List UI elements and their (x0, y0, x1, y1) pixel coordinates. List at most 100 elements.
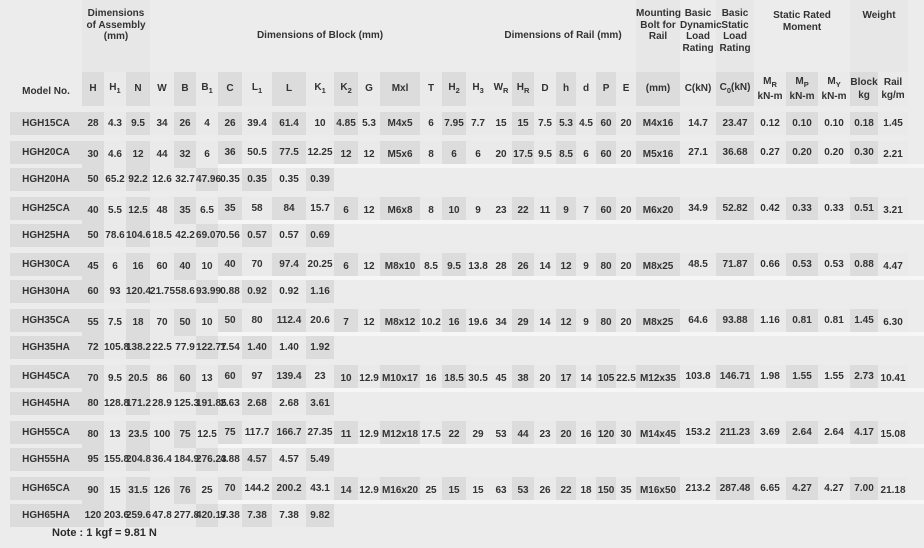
model-no-cell: HGH55HA (10, 448, 82, 471)
header-col-B1: B1 (196, 72, 219, 106)
cell-block-L: 171.2 (126, 392, 151, 415)
cell-rail-P: 60 (596, 112, 617, 135)
cell-block-B: 50 (174, 309, 197, 336)
cell-block-K1: 23 (306, 365, 335, 388)
cell-rating-MP: 0.10 (786, 112, 819, 135)
cell-block-L1: 50.5 (242, 141, 273, 164)
cell-block-K1: 18.5 (150, 224, 175, 247)
table-row[interactable]: HGH45CA 70 9.5 20.5 86 60 13 60 97 139.4 23 10 12.9 M… (0, 365, 924, 392)
cell-assembly-N: 20.5 (126, 365, 151, 392)
cell-block-B: 40 (174, 253, 197, 280)
cell-block-W: 60 (150, 253, 175, 280)
cell-rating-C0: 93.99 (196, 280, 221, 303)
model-no-cell: HGH30HA (10, 280, 82, 303)
cell-rating-C: 14.7 (680, 112, 717, 135)
cell-rating-MP: 7.38 (242, 504, 273, 527)
right-pad (908, 0, 924, 72)
header-col-MR: MR kN-m (754, 72, 787, 106)
table-row[interactable]: HGH55HA 95 155.8 204.8 36.4 184.9 276.23 4.88 4.… (0, 448, 924, 471)
cell-block-C: 80 (82, 392, 104, 415)
header-col-E: E (616, 72, 637, 106)
header-col-mounting-bolt-unit: (mm) (636, 72, 681, 106)
table-row[interactable]: HGH30CA 45 6 16 60 40 10 40 70 97.4 20.25 6 12 M8x10 8… (0, 253, 924, 280)
model-no-cell: HGH35HA (10, 336, 82, 359)
cell-rating-MR: 9.38 (218, 504, 243, 527)
cell-block-K1: 28.9 (150, 392, 175, 415)
header-col-MY: MY kN-m (818, 72, 851, 106)
table-row[interactable]: HGH20CA 30 4.6 12 44 32 6 36 50.5 77.5 12.25 12 12 M5… (0, 141, 924, 168)
cell-block-L1: 58 (242, 197, 273, 220)
cell-rating-C0: 122.77 (196, 336, 227, 359)
cell-block-K2: 4.85 (334, 112, 359, 135)
cell-rail-weight: 1.45 (878, 112, 909, 135)
cell-block-L1: 65.2 (104, 168, 126, 191)
cell-rating-MP: 1.40 (242, 336, 273, 359)
table-row[interactable]: HGH25CA 40 5.5 12.5 48 35 6.5 35 58 84 15.7 6 12 M6x8… (0, 197, 924, 224)
cell-rating-MY: 0.33 (818, 197, 851, 220)
header-group-rail: Dimensions of Rail (mm) (490, 0, 637, 72)
header-col-H: H (82, 72, 104, 106)
table-row[interactable]: HGH55CA 80 13 23.5 100 75 12.5 75 117.7 166.7 27.3… (0, 421, 924, 448)
table-row[interactable]: HGH25HA 50 78.6 104.6 18.5 42.2 69.07 0.56 0.57 0… (0, 224, 924, 247)
cell-block-L: 61.4 (272, 112, 307, 135)
cell-rating-C0: 146.71 (716, 365, 755, 388)
cell-rating-C0: 287.48 (716, 477, 755, 500)
cell-rating-MR: 6.65 (754, 477, 787, 500)
header-group-basic-dynamic: Basic Dynamic Load Rating (680, 0, 722, 72)
cell-rating-MR: 1.16 (754, 309, 787, 332)
cell-rating-MR: 1.98 (754, 365, 787, 388)
model-no-cell: HGH15CA (10, 112, 82, 135)
cell-rating-block_kg: 1.16 (306, 280, 335, 303)
cell-block-W: 48 (150, 197, 175, 224)
cell-rail-h: 5.3 (556, 112, 577, 135)
cell-assembly-H1: 13 (104, 421, 126, 448)
model-no-cell: HGH25CA (10, 197, 82, 220)
table-row[interactable]: HGH65CA 90 15 31.5 126 76 25 70 144.2 200.2 43.1 14… (0, 477, 924, 504)
cell-block-K1: 21.75 (150, 280, 175, 303)
cell-rating-C: 184.9 (174, 448, 199, 471)
cell-block-B: 35 (174, 197, 197, 224)
cell-block-B1: 6.5 (196, 197, 219, 224)
cell-rating-MP: 0.57 (242, 224, 273, 247)
cell-rating-C: 64.6 (680, 309, 717, 332)
header-col-W: W (150, 72, 175, 106)
table-row[interactable]: HGH30HA 60 93 120.4 21.75 58.6 93.99 0.88 0.92 0.… (0, 280, 924, 303)
cell-rating-C: 213.2 (680, 477, 717, 500)
cell-rating-MR: 0.56 (218, 224, 243, 247)
cell-block-T: 6 (420, 112, 443, 135)
model-no-cell: HGH55CA (10, 421, 82, 444)
cell-rating-C0: 211.23 (716, 421, 755, 444)
cell-rating-MR: 4.88 (218, 448, 243, 471)
cell-assembly-N: 9.5 (126, 112, 151, 135)
cell-rail-D: 7.5 (534, 112, 557, 135)
cell-rating-MP: 4.27 (786, 477, 819, 500)
cell-rating-MY: 0.53 (818, 253, 851, 276)
left-pad (0, 0, 10, 106)
table-row[interactable]: HGH15CA 28 4.3 9.5 34 26 4 26 39.4 61.4 10 4.85 5.3 M… (0, 112, 924, 135)
header-col-h: h (556, 72, 577, 106)
model-no-cell: HGH20HA (10, 168, 82, 191)
header-group-assembly: Dimensions of Assembly (mm) (82, 0, 151, 72)
cell-rating-block_kg: 1.45 (850, 309, 879, 332)
cell-rating-MY: 2.68 (272, 392, 307, 415)
cell-rating-C0: 47.96 (196, 168, 221, 191)
header-col-HR: HR (512, 72, 535, 106)
header-col-G: G (358, 72, 381, 106)
table-row[interactable]: HGH35HA 72 105.8 138.2 22.5 77.9 122.77 1.54 1.4… (0, 336, 924, 359)
cell-block-L1: 117.7 (242, 421, 273, 444)
table-row[interactable]: HGH65HA 120 203.6 259.6 47.8 277.8 420.17 9.38 7… (0, 504, 924, 527)
header-col-static-unit: C0(kN) (716, 72, 755, 106)
cell-block-C: 72 (82, 336, 104, 359)
cell-assembly-H: 30 (82, 141, 104, 168)
cell-rating-MP: 0.81 (786, 309, 819, 332)
cell-rating-C0: 71.87 (716, 253, 755, 276)
table-row[interactable]: HGH20HA 50 65.2 92.2 12.6 32.7 47.96 0.35 0.35 0.… (0, 168, 924, 191)
table-row[interactable]: HGH45HA 80 128.8 171.2 28.9 125.3 191.85 2.63 2.… (0, 392, 924, 415)
cell-block-B: 76 (174, 477, 197, 504)
cell-assembly-H: 45 (82, 253, 104, 280)
cell-assembly-N: 23.5 (126, 421, 151, 448)
cell-rating-MY: 0.81 (818, 309, 851, 332)
table-row[interactable]: HGH35CA 55 7.5 18 70 50 10 50 80 112.4 20.6 7 12 M8x1… (0, 309, 924, 336)
cell-assembly-N: 16 (126, 253, 151, 280)
cell-rating-C: 32.7 (174, 168, 197, 191)
